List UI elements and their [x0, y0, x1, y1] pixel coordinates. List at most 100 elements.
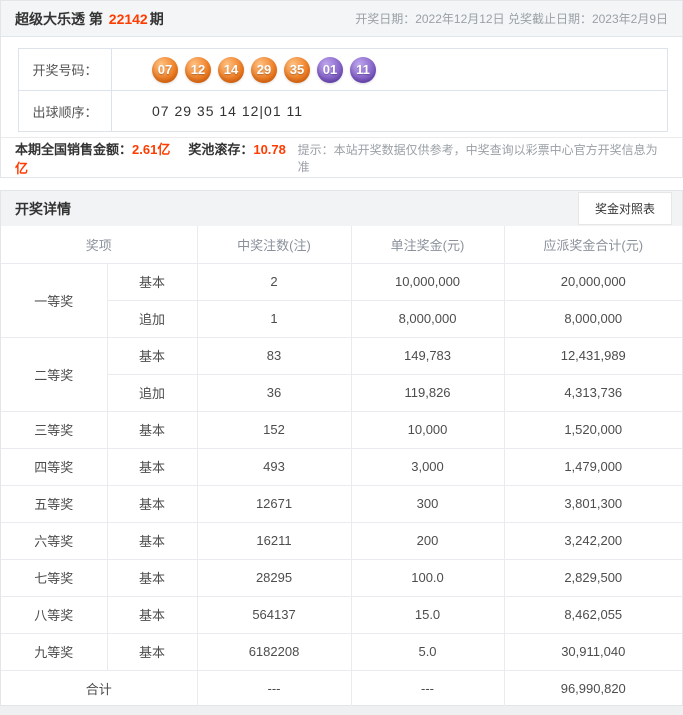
- bet-type-cell: 基本: [107, 448, 197, 485]
- total-prize-cell: 1,479,000: [504, 448, 682, 485]
- winner-count-cell: 564137: [197, 596, 351, 633]
- lottery-ball-front: 14: [218, 57, 244, 83]
- draw-dates: 开奖日期：2022年12月12日 兑奖截止日期：2023年2月9日: [355, 10, 668, 27]
- prize-row: 八等奖基本56413715.08,462,055: [1, 596, 682, 633]
- card-gap: [0, 178, 683, 190]
- bet-type-cell: 基本: [107, 485, 197, 522]
- page-footer-strip: [0, 706, 683, 715]
- prize-row: 四等奖基本4933,0001,479,000: [1, 448, 682, 485]
- lottery-name: 超级大乐透: [15, 11, 85, 27]
- single-prize-cell: 15.0: [351, 596, 504, 633]
- prize-row: 六等奖基本162112003,242,200: [1, 522, 682, 559]
- redeem-deadline: 兑奖截止日期：2023年2月9日: [508, 12, 668, 26]
- winner-count-cell: 36: [197, 374, 351, 411]
- winner-count-cell: 12671: [197, 485, 351, 522]
- draw-date: 开奖日期：2022年12月12日: [355, 12, 504, 26]
- tier-name-cell: 六等奖: [1, 522, 107, 559]
- tier-name-cell: 八等奖: [1, 596, 107, 633]
- single-prize-cell: 119,826: [351, 374, 504, 411]
- sales-figures: 本期全国销售金额：2.61亿奖池滚存：10.78亿: [15, 139, 298, 177]
- issue-suffix: 期: [150, 11, 164, 27]
- tier-name-cell: 九等奖: [1, 633, 107, 670]
- prize-row: 五等奖基本126713003,801,300: [1, 485, 682, 522]
- col-header-tier: 奖项: [1, 226, 197, 263]
- winner-count-cell: 493: [197, 448, 351, 485]
- prize-row: 九等奖基本61822085.030,911,040: [1, 633, 682, 670]
- winner-count-cell: 1: [197, 300, 351, 337]
- total-prize-cell: ---: [351, 670, 504, 707]
- prize-row: 二等奖基本83149,78312,431,989: [1, 337, 682, 374]
- single-prize-cell: 8,000,000: [351, 300, 504, 337]
- lottery-ball-front: 29: [251, 57, 277, 83]
- sales-label: 本期全国销售金额：: [15, 142, 132, 157]
- single-prize-cell: 3,000: [351, 448, 504, 485]
- total-prize-cell: 3,242,200: [504, 522, 682, 559]
- single-prize-cell: 100.0: [351, 559, 504, 596]
- prize-table-header-row: 奖项 中奖注数(注) 单注奖金(元) 应派奖金合计(元): [1, 226, 682, 263]
- bet-type-cell: 追加: [107, 300, 197, 337]
- total-prize-cell: 12,431,989: [504, 337, 682, 374]
- bet-type-cell: 基本: [107, 633, 197, 670]
- summary-header: 超级大乐透 第 22142期 开奖日期：2022年12月12日 兑奖截止日期：2…: [1, 1, 682, 37]
- col-header-prize: 单注奖金(元): [351, 226, 504, 263]
- prize-compare-button[interactable]: 奖金对照表: [578, 192, 672, 225]
- single-prize-cell: 10,000: [351, 411, 504, 448]
- total-prize-cell: 8,462,055: [504, 596, 682, 633]
- total-prize-cell: 30,911,040: [504, 633, 682, 670]
- details-title: 开奖详情: [15, 199, 71, 219]
- total-row: 合计 --- --- 96,990,820: [1, 670, 682, 707]
- single-prize-cell: 200: [351, 522, 504, 559]
- pool-label: 奖池滚存：: [188, 142, 253, 157]
- bet-type-cell: 基本: [107, 596, 197, 633]
- single-prize-cell: 5.0: [351, 633, 504, 670]
- total-prize-cell: 1,520,000: [504, 411, 682, 448]
- total-count-cell: ---: [197, 670, 351, 707]
- prize-table: 奖项 中奖注数(注) 单注奖金(元) 应派奖金合计(元) 一等奖基本210,00…: [1, 226, 682, 708]
- draw-order-value: 07 29 35 14 12|01 11: [152, 103, 303, 119]
- draw-numbers: 07121429350111: [112, 49, 667, 90]
- bet-type-cell: 追加: [107, 374, 197, 411]
- lottery-ball-front: 35: [284, 57, 310, 83]
- bet-type-cell: 基本: [107, 263, 197, 300]
- total-sum-cell: 96,990,820: [504, 670, 682, 707]
- details-header: 开奖详情 奖金对照表: [1, 191, 682, 226]
- bet-type-cell: 基本: [107, 337, 197, 374]
- summary-card: 超级大乐透 第 22142期 开奖日期：2022年12月12日 兑奖截止日期：2…: [0, 0, 683, 178]
- tier-name-cell: 四等奖: [1, 448, 107, 485]
- issue-prefix: 第: [89, 11, 103, 27]
- single-prize-cell: 149,783: [351, 337, 504, 374]
- total-label-cell: 合计: [1, 670, 197, 707]
- winner-count-cell: 2: [197, 263, 351, 300]
- draw-info-box: 开奖号码： 07121429350111 出球顺序： 07 29 35 14 1…: [18, 48, 668, 132]
- prize-row: 三等奖基本15210,0001,520,000: [1, 411, 682, 448]
- winner-count-cell: 6182208: [197, 633, 351, 670]
- draw-numbers-label: 开奖号码：: [19, 49, 112, 90]
- total-prize-cell: 4,313,736: [504, 374, 682, 411]
- col-header-count: 中奖注数(注): [197, 226, 351, 263]
- bet-type-cell: 基本: [107, 559, 197, 596]
- winner-count-cell: 152: [197, 411, 351, 448]
- bet-type-cell: 基本: [107, 411, 197, 448]
- disclaimer-tip: 提示：本站开奖数据仅供参考，中奖查询以彩票中心官方开奖信息为准: [298, 141, 668, 175]
- winner-count-cell: 28295: [197, 559, 351, 596]
- sales-row: 本期全国销售金额：2.61亿奖池滚存：10.78亿 提示：本站开奖数据仅供参考，…: [1, 137, 682, 178]
- lottery-ball-back: 01: [317, 57, 343, 83]
- tier-name-cell: 一等奖: [1, 263, 107, 337]
- bet-type-cell: 基本: [107, 522, 197, 559]
- single-prize-cell: 300: [351, 485, 504, 522]
- winner-count-cell: 83: [197, 337, 351, 374]
- page-title: 超级大乐透 第 22142期: [15, 9, 164, 29]
- single-prize-cell: 10,000,000: [351, 263, 504, 300]
- details-card: 开奖详情 奖金对照表 奖项 中奖注数(注) 单注奖金(元) 应派奖金合计(元) …: [0, 190, 683, 706]
- col-header-total: 应派奖金合计(元): [504, 226, 682, 263]
- winner-count-cell: 16211: [197, 522, 351, 559]
- total-prize-cell: 8,000,000: [504, 300, 682, 337]
- total-prize-cell: 20,000,000: [504, 263, 682, 300]
- issue-number: 22142: [109, 11, 148, 27]
- tier-name-cell: 五等奖: [1, 485, 107, 522]
- lottery-ball-back: 11: [350, 57, 376, 83]
- prize-row: 七等奖基本28295100.02,829,500: [1, 559, 682, 596]
- prize-table-body: 一等奖基本210,000,00020,000,000追加18,000,0008,…: [1, 263, 682, 670]
- prize-row: 一等奖基本210,000,00020,000,000: [1, 263, 682, 300]
- tier-name-cell: 三等奖: [1, 411, 107, 448]
